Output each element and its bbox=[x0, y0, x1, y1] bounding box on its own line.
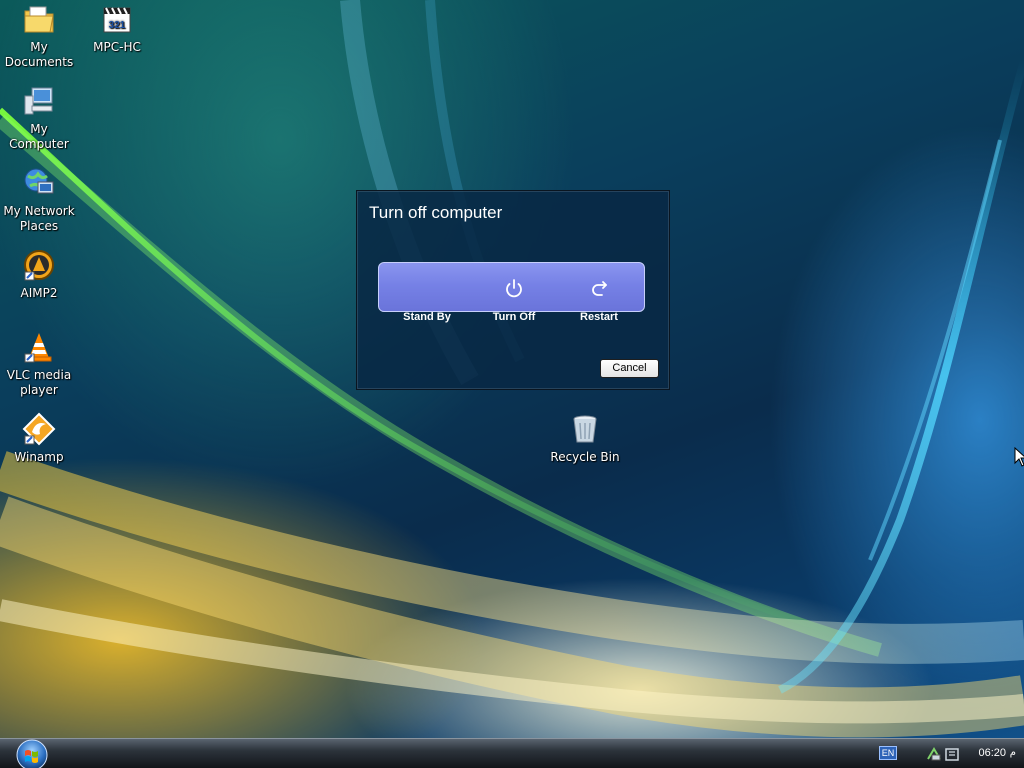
start-button[interactable] bbox=[14, 739, 50, 768]
cancel-button[interactable]: Cancel bbox=[600, 359, 659, 378]
stand-by-button[interactable] bbox=[416, 277, 440, 301]
stand-by-label[interactable]: Stand By bbox=[382, 311, 472, 323]
my-documents-desktop-icon[interactable]: My Documents bbox=[0, 2, 78, 70]
icon-label: VLC media player bbox=[6, 368, 72, 397]
taskbar: EN 06:20 م bbox=[0, 738, 1024, 768]
dialog-title: Turn off computer bbox=[369, 203, 503, 222]
desktop: My Documents 321 MPC-HC My Computer My N… bbox=[0, 0, 1024, 738]
restart-arrow-icon bbox=[592, 281, 607, 296]
restart-label[interactable]: Restart bbox=[554, 311, 644, 323]
windows-orb-icon bbox=[16, 739, 48, 768]
network-tray-icon[interactable] bbox=[926, 746, 942, 762]
icon-label: Winamp bbox=[14, 450, 64, 464]
clock[interactable]: 06:20 bbox=[978, 747, 1006, 759]
network-places-desktop-icon[interactable]: My Network Places bbox=[0, 166, 78, 234]
recycle-bin-desktop-icon[interactable]: Recycle Bin bbox=[546, 412, 624, 465]
winamp-icon bbox=[22, 412, 56, 446]
shutdown-options-panel bbox=[378, 262, 645, 312]
mouse-cursor-icon bbox=[1014, 447, 1024, 467]
mpc-hc-icon: 321 bbox=[100, 2, 134, 36]
system-tray: EN 06:20 م bbox=[864, 739, 1024, 768]
icon-label: My Network Places bbox=[3, 204, 75, 233]
mpc-hc-desktop-icon[interactable]: 321 MPC-HC bbox=[78, 2, 156, 55]
icon-label: AIMP2 bbox=[20, 286, 58, 300]
turn-off-button[interactable] bbox=[502, 277, 526, 301]
aimp-desktop-icon[interactable]: AIMP2 bbox=[0, 248, 78, 301]
icon-label: My Documents bbox=[4, 40, 74, 69]
volume-tray-icon[interactable] bbox=[944, 746, 960, 762]
my-documents-icon bbox=[22, 2, 56, 36]
turn-off-dialog: Turn off computer Stand By Turn Off Rest… bbox=[356, 190, 670, 390]
language-indicator[interactable]: EN bbox=[879, 746, 897, 760]
icon-label: MPC-HC bbox=[93, 40, 141, 54]
icon-label: My Computer bbox=[9, 122, 69, 151]
restart-button[interactable] bbox=[588, 277, 612, 301]
winamp-desktop-icon[interactable]: Winamp bbox=[0, 412, 78, 465]
icon-label: Recycle Bin bbox=[550, 450, 620, 464]
svg-text:321: 321 bbox=[109, 20, 126, 31]
power-icon bbox=[506, 279, 522, 298]
my-computer-icon bbox=[22, 84, 56, 118]
moon-icon bbox=[422, 281, 435, 297]
recycle-bin-icon bbox=[568, 412, 602, 446]
network-places-icon bbox=[22, 166, 56, 200]
clock-period: م bbox=[1009, 747, 1016, 758]
turn-off-label[interactable]: Turn Off bbox=[469, 311, 559, 323]
vlc-desktop-icon[interactable]: VLC media player bbox=[0, 330, 78, 398]
aimp-icon bbox=[22, 248, 56, 282]
my-computer-desktop-icon[interactable]: My Computer bbox=[0, 84, 78, 152]
vlc-icon bbox=[22, 330, 56, 364]
